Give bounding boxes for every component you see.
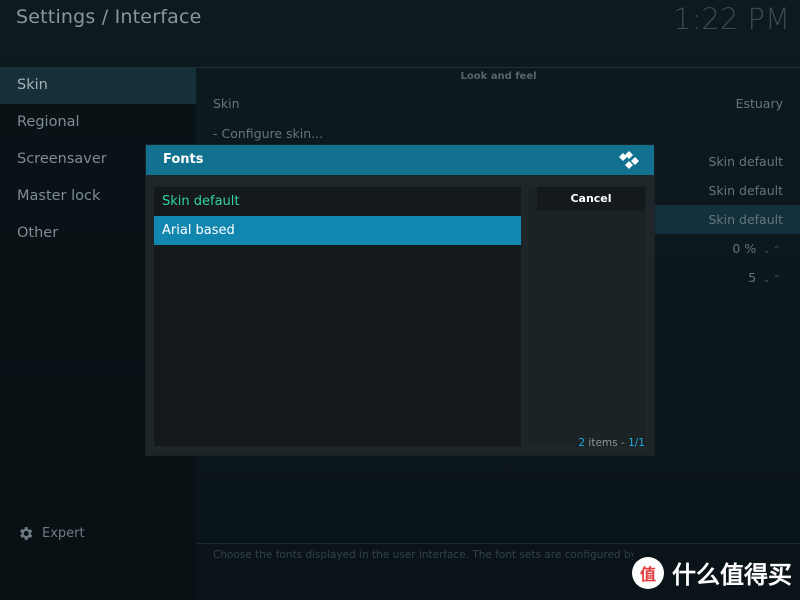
group-label: Look and feel [460,71,537,82]
list-item-skin-default[interactable]: Skin default [154,187,521,216]
watermark-text: 什么值得买 [672,561,792,589]
fonts-dialog: Fonts Skin default Arial based Cancel 2 … [146,145,654,455]
spin-arrows-icon[interactable]: ⌄⌃ [762,245,783,256]
setting-value-spinner: 0 % ⌄⌃ [732,234,783,265]
page-indicator: 1/1 [628,437,645,449]
divider [197,543,800,544]
setting-row-skin[interactable]: Skin Estuary [197,89,800,118]
watermark-badge: 值 [632,556,664,589]
dialog-side-panel [529,187,646,446]
setting-value-spinner: 5 ⌄⌃ [748,263,783,294]
page-title: Settings / Interface [16,6,202,28]
item-count-text: items - [585,437,629,449]
dialog-header: Fonts [146,145,654,175]
expert-toggle[interactable]: Expert [17,525,85,542]
dialog-title: Fonts [163,152,204,167]
setting-value: Skin default [708,183,783,198]
setting-row-configure-skin[interactable]: - Configure skin... [197,119,800,148]
kodi-logo-icon [619,151,639,169]
setting-value: 0 % [732,241,757,256]
setting-value: 5 [748,270,757,285]
list-item-arial-based[interactable]: Arial based [154,216,521,245]
sidebar-item-regional[interactable]: Regional [0,104,196,141]
setting-value: Skin default [708,212,783,227]
spin-arrows-icon[interactable]: ⌄⌃ [762,274,783,285]
setting-value: Skin default [708,154,783,169]
expert-label: Expert [42,526,85,541]
font-list: Skin default Arial based [154,187,521,446]
setting-label: - Configure skin... [213,126,324,141]
divider [197,67,800,68]
sidebar-item-skin[interactable]: Skin [0,67,196,104]
setting-value: Estuary [735,96,783,111]
watermark: 值 什么值得买 [632,555,792,590]
setting-description: Choose the fonts displayed in the user i… [213,549,633,561]
item-count: 2 items - 1/1 [578,437,645,449]
gear-icon [20,527,33,540]
clock: 1:22 PM [673,2,790,36]
cancel-button[interactable]: Cancel [537,187,645,211]
setting-label: Skin [213,96,240,111]
